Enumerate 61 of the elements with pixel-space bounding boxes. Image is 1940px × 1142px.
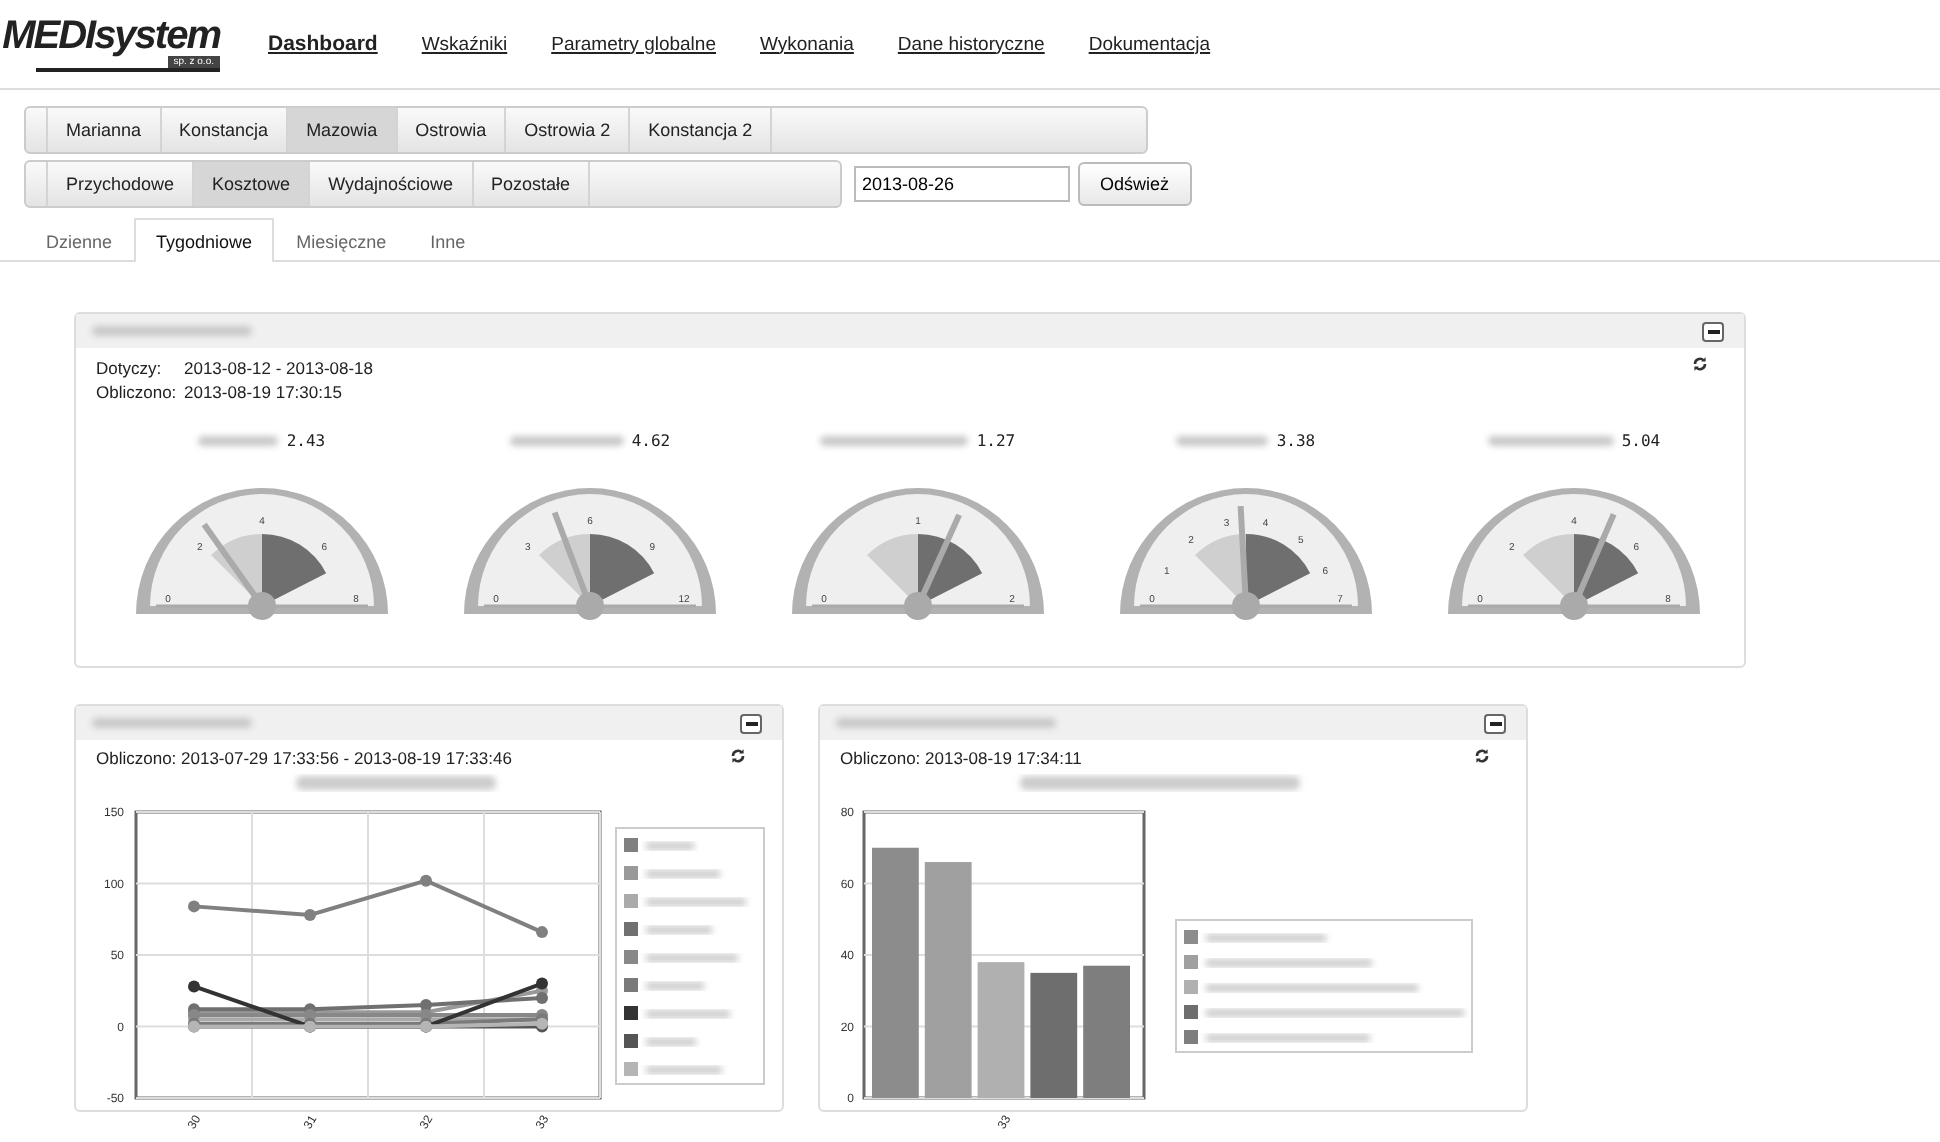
- info-label: Obliczono:: [96, 380, 179, 404]
- refresh-icon[interactable]: [730, 748, 746, 764]
- gauge-reading: 4.62: [631, 432, 671, 450]
- category-tab[interactable]: Pozostałe: [473, 162, 591, 206]
- blurred-label: [1176, 436, 1269, 446]
- site-tab[interactable]: Ostrowia 2: [506, 108, 631, 152]
- blurred-label: [509, 436, 624, 446]
- gauge-reading: 1.27: [976, 432, 1016, 450]
- nav-link[interactable]: Wskaźniki: [421, 33, 508, 55]
- point: [536, 991, 548, 1004]
- blurred-legend-label: [646, 898, 746, 906]
- info-value: 2013-08-12 - 2013-08-18: [184, 358, 374, 378]
- blurred-legend-label: [646, 1010, 730, 1018]
- blurred-label: [198, 436, 279, 446]
- nav-link[interactable]: Dokumentacja: [1088, 33, 1211, 55]
- minimize-button[interactable]: [1484, 713, 1506, 733]
- blurred-legend-label: [646, 982, 704, 990]
- site-tab[interactable]: Mazowia: [288, 108, 398, 152]
- point: [420, 874, 432, 887]
- blurred-legend-label: [646, 1038, 696, 1046]
- period-tab[interactable]: Dzienne: [24, 218, 135, 262]
- blurred-label: [1487, 436, 1614, 446]
- refresh-icon[interactable]: [1692, 356, 1708, 372]
- blurred-legend-label: [646, 954, 738, 962]
- computed-text: Obliczono: 2013-07-29 17:33:56 - 2013-08-19 17:33:46: [96, 748, 512, 768]
- point: [304, 908, 316, 921]
- nav-link[interactable]: Dane historyczne: [897, 33, 1045, 55]
- blurred-legend-label: [646, 1066, 722, 1074]
- point: [536, 977, 548, 990]
- blurred-legend-label: [646, 870, 720, 878]
- site-tab[interactable]: Ostrowia: [397, 108, 507, 152]
- bar: [977, 962, 1025, 1098]
- period-tab[interactable]: Tygodniowe: [134, 218, 275, 262]
- period-tab[interactable]: Inne: [408, 218, 488, 262]
- bar: [1083, 965, 1130, 1098]
- point: [536, 926, 548, 939]
- site-tab[interactable]: Konstancja 2: [630, 108, 773, 152]
- category-tab[interactable]: Wydajnościowe: [310, 162, 474, 206]
- date-field[interactable]: 2013-08-26: [854, 166, 1070, 202]
- refresh-icon[interactable]: [1474, 748, 1490, 764]
- point: [188, 900, 200, 913]
- gauge-reading: 3.38: [1276, 432, 1316, 450]
- blurred-legend-label: [646, 842, 694, 850]
- period-tab[interactable]: Miesięczne: [274, 218, 409, 262]
- nav-link[interactable]: Parametry globalne: [551, 33, 716, 55]
- nav-link[interactable]: Dashboard: [268, 32, 378, 56]
- point: [188, 980, 200, 993]
- minimize-button[interactable]: [740, 713, 762, 733]
- site-tab[interactable]: Marianna: [48, 108, 162, 152]
- logo-text: MEDIsystem: [2, 16, 220, 56]
- info-label: Dotyczy:: [96, 356, 164, 380]
- nav-link[interactable]: Wykonania: [760, 33, 854, 55]
- gauge-reading: 2.43: [286, 432, 326, 450]
- category-tab[interactable]: Kosztowe: [194, 162, 311, 206]
- blurred-legend-label: [1206, 934, 1326, 942]
- gauge-reading: 5.04: [1621, 432, 1661, 450]
- computed-text: Obliczono: 2013-08-19 17:34:11: [840, 748, 1082, 768]
- info-value: 2013-08-19 17:30:15: [184, 382, 342, 402]
- blurred-legend-label: [646, 926, 712, 934]
- minimize-button[interactable]: [1702, 321, 1724, 341]
- refresh-button[interactable]: Odśwież: [1078, 162, 1192, 206]
